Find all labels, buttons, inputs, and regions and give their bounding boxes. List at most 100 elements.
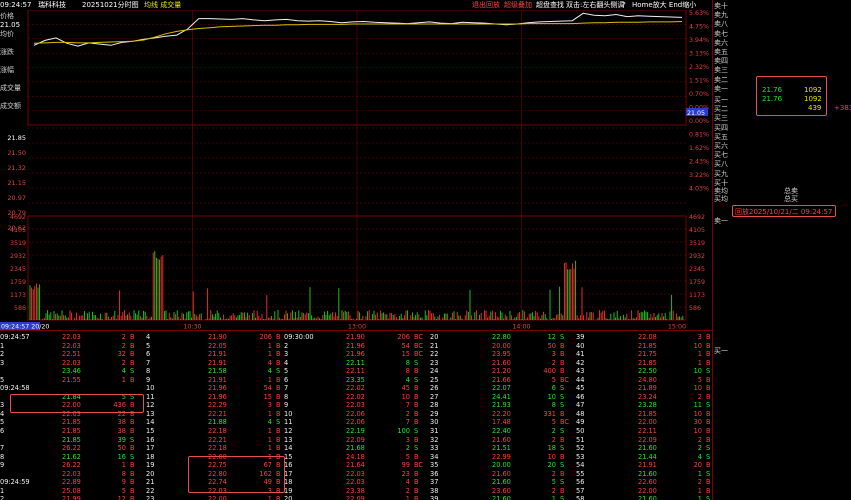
- tick-price: 21.60: [492, 495, 511, 500]
- tick-volume: 11: [693, 401, 702, 410]
- tick-time: 19: [284, 486, 293, 495]
- tick-side: S: [414, 375, 419, 384]
- tick-time: 16: [146, 435, 155, 444]
- tick-side: B: [414, 452, 419, 461]
- tick-price: 21.62: [62, 452, 81, 461]
- tick-time: 6: [0, 427, 5, 436]
- tick-volume: 1: [697, 486, 702, 495]
- tick-price: 23.60: [492, 486, 511, 495]
- tick-side: B: [706, 478, 711, 487]
- tick-row: 55 21.60 1 S: [576, 470, 721, 479]
- tick-side: S: [276, 367, 281, 376]
- tick-time: 12: [146, 401, 155, 410]
- tick-side: B: [706, 427, 711, 436]
- bid-level-label: 买十: [714, 178, 728, 187]
- tick-volume: 39: [117, 435, 126, 444]
- tick-price: 22.11: [638, 427, 657, 436]
- tick-time: 38: [430, 486, 439, 495]
- tick-time: 53: [576, 452, 585, 461]
- volume-axis-label-left: 1173: [10, 292, 26, 299]
- tick-list-area[interactable]: 09:24:57 22.03 2 B 1 22.03 2 B 2 22.51 32 B 3 22.03 2 B…: [0, 330, 712, 500]
- tick-volume: 400: [543, 367, 556, 376]
- tick-time: 37: [430, 478, 439, 487]
- info-panel-item: 21.05: [0, 21, 21, 29]
- tick-price: 22.40: [492, 427, 511, 436]
- tick-side: BC: [414, 333, 424, 341]
- tick-time: 21: [146, 478, 155, 487]
- tick-volume: 1: [121, 461, 126, 470]
- tick-price: 21.60: [492, 469, 511, 478]
- tick-row: 9 22.03 7 B: [284, 401, 429, 410]
- tick-price: 22.08: [638, 333, 657, 341]
- tick-side: B: [130, 469, 135, 478]
- tick-side: B: [560, 452, 565, 461]
- tick-volume: 8: [405, 367, 410, 376]
- tick-volume: 18: [547, 444, 556, 453]
- tick-time: 4: [146, 333, 151, 341]
- tick-side: S: [130, 367, 135, 376]
- tick-volume: 3: [405, 435, 410, 444]
- tick-time: 8: [284, 392, 289, 401]
- tick-volume: 20: [547, 461, 556, 470]
- tick-volume: 2: [121, 341, 126, 350]
- hint-text: 双击:左右翻头侧调: [566, 1, 625, 9]
- volume-axis-label-left: 1759: [10, 279, 26, 286]
- volume-axis-label-right: 3519: [689, 240, 705, 247]
- tick-row: 7 26.22 50 B: [0, 444, 145, 453]
- tick-side: B: [414, 392, 419, 401]
- tick-side: B: [706, 392, 711, 401]
- tick-row: 17 22.03 23 B: [284, 470, 429, 479]
- tick-time: 47: [576, 401, 585, 410]
- tick-time: 32: [430, 435, 439, 444]
- tick-time: 14: [284, 444, 293, 453]
- tick-row: 49 22.00 30 B: [576, 418, 721, 427]
- tick-time: 9: [0, 461, 5, 470]
- tick-side: B: [414, 435, 419, 444]
- tick-volume: 3: [551, 350, 556, 359]
- tick-volume: 2: [697, 478, 702, 487]
- tick-volume: 1: [267, 444, 272, 453]
- tick-price: 22.21: [208, 409, 227, 418]
- help-icon[interactable]: ?: [622, 0, 626, 10]
- overlay-button[interactable]: 超级叠加: [504, 0, 532, 10]
- tick-price: 21.44: [638, 452, 657, 461]
- tick-side: B: [560, 358, 565, 367]
- exit-replay-button[interactable]: 退出回放: [472, 0, 500, 10]
- tick-side: B: [414, 384, 419, 393]
- tick-volume: 5: [551, 418, 556, 427]
- tick-volume: 2: [551, 435, 556, 444]
- tick-row: 15 22.18 1 B: [146, 427, 291, 436]
- tick-price: 22.05: [208, 341, 227, 350]
- tick-volume: 5: [121, 486, 126, 495]
- tick-time: 5: [0, 375, 5, 384]
- tick-price: 24.41: [492, 392, 511, 401]
- tick-price: 21.85: [62, 418, 81, 427]
- chart-date: 20251021分时图: [82, 1, 139, 9]
- search-button[interactable]: 超盘查找: [536, 0, 564, 10]
- tick-price: 21.75: [638, 350, 657, 359]
- current-price-tag-label: 21.05: [687, 110, 705, 117]
- intraday-chart[interactable]: 21.85 21.50 21.32 21.15 20.97 20.79 20.62 5.63%…: [0, 9, 712, 331]
- toggle-indicators[interactable]: 均线 成交量: [144, 0, 181, 10]
- tick-price: 21.99: [62, 495, 81, 500]
- right-axis-label: 4.03%: [689, 186, 709, 193]
- tick-time: 7: [0, 444, 5, 453]
- right-axis-label: 2.43%: [689, 159, 709, 166]
- tick-side: B: [560, 350, 565, 359]
- tick-volume: 1: [697, 469, 702, 478]
- tick-price: 23.35: [346, 375, 365, 384]
- info-panel-item: [0, 57, 28, 66]
- tick-side: B: [706, 375, 711, 384]
- tick-price: 22.03: [62, 358, 81, 367]
- tick-time: 5: [0, 418, 5, 427]
- tick-time: 3: [0, 358, 5, 367]
- tick-volume: 50: [117, 444, 126, 453]
- tick-row: 38 23.60 2 B: [430, 487, 575, 496]
- tick-row: 3 22.03 2 B: [0, 359, 145, 368]
- tick-price: 21.96: [208, 384, 227, 393]
- tick-price: 22.00: [208, 495, 227, 500]
- tick-volume: 45: [401, 384, 410, 393]
- tick-side: S: [706, 367, 711, 376]
- tick-time: 55: [576, 469, 585, 478]
- tick-volume: 5: [405, 452, 410, 461]
